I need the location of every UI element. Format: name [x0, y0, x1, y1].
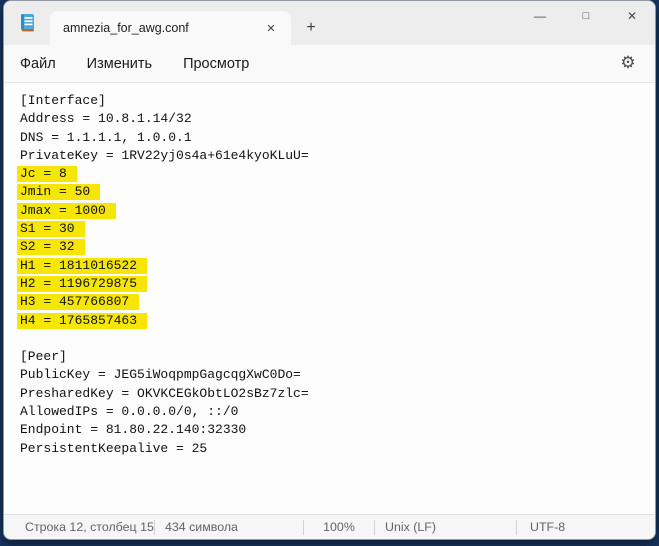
- editor-line: Jmax = 1000: [20, 202, 655, 220]
- editor-line: S1 = 30: [20, 220, 655, 238]
- editor-line: PublicKey = JEG5iWoqpmpGagcqgXwC0Do=: [20, 366, 655, 384]
- status-line-endings[interactable]: Unix (LF): [375, 520, 516, 534]
- editor-line: PrivateKey = 1RV22yj0s4a+61e4kyoKLuU=: [20, 147, 655, 165]
- editor-line: [Peer]: [20, 348, 655, 366]
- status-zoom-level[interactable]: 100%: [304, 520, 374, 534]
- editor-line: [Interface]: [20, 92, 655, 110]
- status-cursor-position: Строка 12, столбец 15: [4, 520, 154, 534]
- close-button[interactable]: ✕: [609, 1, 655, 30]
- editor-line: AllowedIPs = 0.0.0.0/0, ::/0: [20, 403, 655, 421]
- tab-amnezia-conf[interactable]: amnezia_for_awg.conf ✕: [50, 11, 291, 45]
- highlighted-text: S2 = 32: [17, 239, 85, 255]
- editor-line: DNS = 1.1.1.1, 1.0.0.1: [20, 129, 655, 147]
- highlighted-text: H1 = 1811016522: [17, 258, 147, 274]
- highlighted-text: H2 = 1196729875: [17, 276, 147, 292]
- tab-bar: amnezia_for_awg.conf ✕ + — □ ✕: [4, 1, 655, 45]
- highlighted-text: H4 = 1765857463: [17, 313, 147, 329]
- menu-file[interactable]: Файл: [12, 52, 64, 76]
- highlighted-text: Jmin = 50: [17, 184, 100, 200]
- editor-line: S2 = 32: [20, 238, 655, 256]
- editor-line: PersistentKeepalive = 25: [20, 440, 655, 458]
- notepad-app-icon: [20, 14, 35, 32]
- menu-edit[interactable]: Изменить: [79, 52, 160, 76]
- editor-line: H1 = 1811016522: [20, 257, 655, 275]
- editor-line: [20, 330, 655, 348]
- new-tab-button[interactable]: +: [300, 17, 322, 39]
- editor-line: Jmin = 50: [20, 183, 655, 201]
- status-encoding[interactable]: UTF-8: [517, 520, 565, 534]
- editor-line: Jc = 8: [20, 165, 655, 183]
- highlighted-text: Jmax = 1000: [17, 203, 116, 219]
- tab-title: amnezia_for_awg.conf: [63, 21, 261, 35]
- tab-close-icon[interactable]: ✕: [261, 18, 281, 38]
- settings-gear-icon[interactable]: ⚙: [615, 49, 641, 75]
- text-editor[interactable]: [Interface]Address = 10.8.1.14/32DNS = 1…: [4, 83, 655, 514]
- editor-line: PresharedKey = OKVKCEGkObtLO2sBz7zlc=: [20, 385, 655, 403]
- editor-line: Endpoint = 81.80.22.140:32330: [20, 421, 655, 439]
- notepad-window: amnezia_for_awg.conf ✕ + — □ ✕ Файл Измен…: [3, 0, 656, 540]
- minimize-button[interactable]: —: [517, 1, 563, 30]
- editor-line: H4 = 1765857463: [20, 312, 655, 330]
- editor-line: H2 = 1196729875: [20, 275, 655, 293]
- status-char-count: 434 символа: [155, 520, 303, 534]
- editor-line: Address = 10.8.1.14/32: [20, 110, 655, 128]
- editor-line: H3 = 457766807: [20, 293, 655, 311]
- menu-view[interactable]: Просмотр: [175, 52, 257, 76]
- menu-bar: Файл Изменить Просмотр ⚙: [4, 45, 655, 83]
- window-controls: — □ ✕: [517, 1, 655, 30]
- maximize-button[interactable]: □: [563, 1, 609, 30]
- highlighted-text: Jc = 8: [17, 166, 77, 182]
- highlighted-text: S1 = 30: [17, 221, 85, 237]
- status-bar: Строка 12, столбец 15 434 символа 100% U…: [4, 514, 655, 539]
- highlighted-text: H3 = 457766807: [17, 294, 139, 310]
